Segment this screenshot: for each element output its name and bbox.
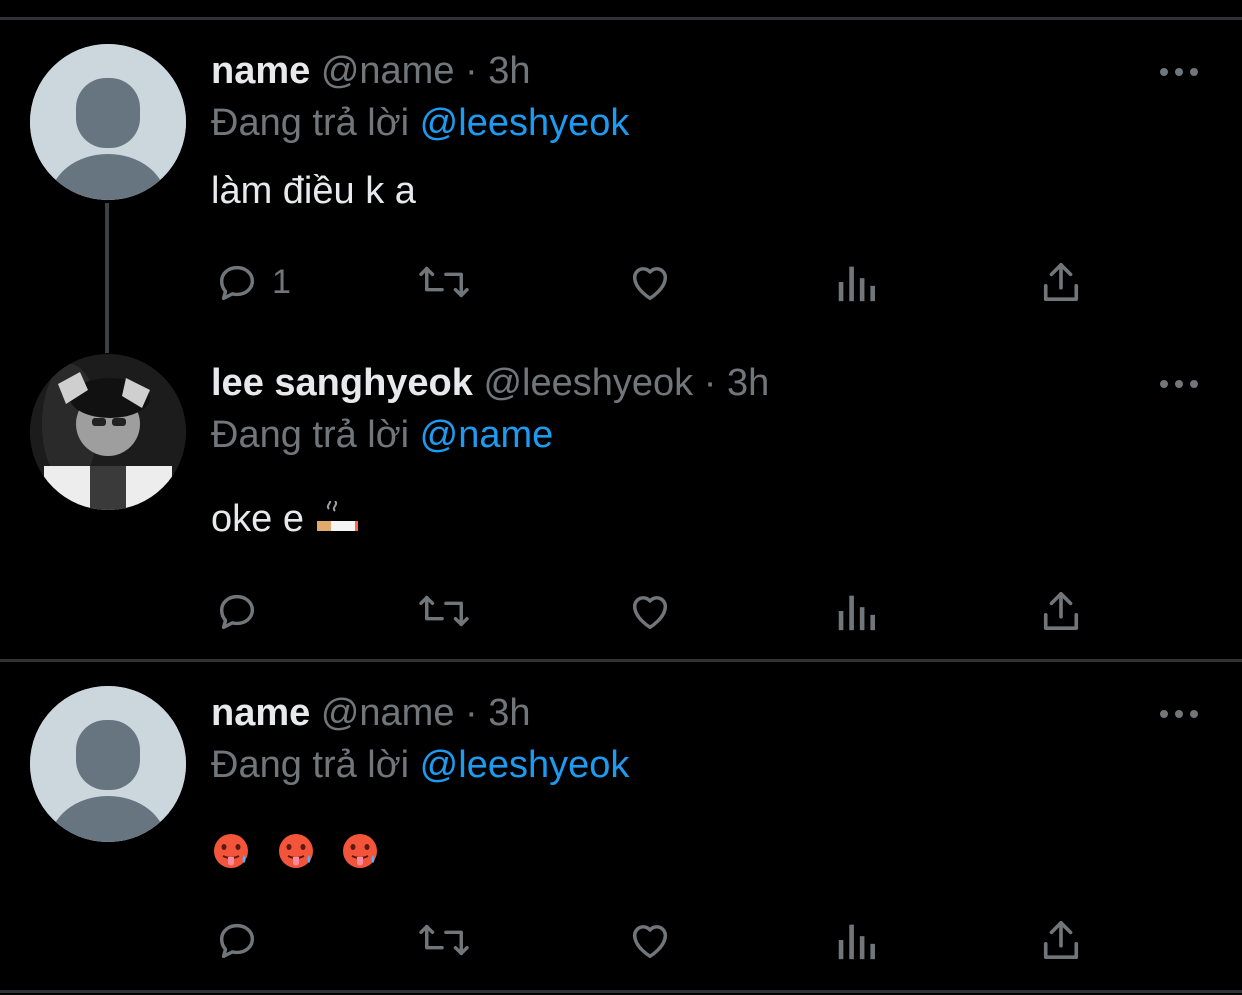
share-button[interactable] <box>1040 583 1082 639</box>
reply-context: Đang trả lời @leeshyeok <box>211 100 629 146</box>
tweet-header: lee sanghyeok @leeshyeok · 3h <box>211 360 769 406</box>
like-button[interactable] <box>626 583 674 639</box>
reply-context: Đang trả lời @name <box>211 412 553 458</box>
tweet-2[interactable]: lee sanghyeok @leeshyeok · 3h Đang trả l… <box>0 330 1242 660</box>
handle[interactable]: @leeshyeok <box>483 362 693 404</box>
profile-photo <box>30 354 186 510</box>
views-icon <box>838 595 875 631</box>
retweet-button[interactable] <box>416 583 472 639</box>
share-icon <box>1043 921 1079 959</box>
tweet-header: name @name · 3h <box>211 690 531 736</box>
action-bar <box>0 912 1242 968</box>
avatar[interactable] <box>30 354 186 510</box>
retweet-icon <box>419 595 469 627</box>
share-icon <box>1043 592 1079 630</box>
reply-prefix: Đang trả lời <box>211 414 410 456</box>
more-icon[interactable] <box>1158 62 1200 82</box>
reply-count: 1 <box>272 262 291 301</box>
hot-face-emoji <box>278 833 313 868</box>
reply-button[interactable] <box>214 912 272 968</box>
reply-button[interactable] <box>214 583 272 639</box>
hot-face-emoji <box>343 833 378 868</box>
separator: · <box>703 362 717 404</box>
reply-button[interactable]: 1 <box>214 254 291 310</box>
mention-link[interactable]: @leeshyeok <box>420 102 630 144</box>
reply-icon <box>219 594 255 630</box>
tweet-3[interactable]: name @name · 3h Đang trả lời @leeshyeok <box>0 662 1242 992</box>
mention-link[interactable]: @name <box>420 414 554 456</box>
more-icon[interactable] <box>1158 374 1200 394</box>
like-icon <box>632 925 668 959</box>
display-name[interactable]: lee sanghyeok <box>211 362 473 404</box>
default-avatar-icon <box>30 44 186 200</box>
tweet-emoji-row <box>211 826 380 870</box>
action-bar: 1 <box>0 254 1242 310</box>
cigarette-emoji <box>316 500 358 531</box>
handle[interactable]: @name <box>321 50 455 92</box>
retweet-button[interactable] <box>416 912 472 968</box>
views-button[interactable] <box>834 583 878 639</box>
retweet-button[interactable] <box>416 254 472 310</box>
like-button[interactable] <box>626 254 674 310</box>
views-button[interactable] <box>834 254 878 310</box>
display-name[interactable]: name <box>211 692 310 734</box>
reply-icon <box>219 923 255 959</box>
handle[interactable]: @name <box>321 692 455 734</box>
views-button[interactable] <box>834 912 878 968</box>
views-icon <box>838 924 875 960</box>
more-icon[interactable] <box>1158 704 1200 724</box>
separator: · <box>465 692 478 734</box>
like-icon <box>632 267 668 301</box>
tweet-text: làm điều k a <box>211 170 416 212</box>
reply-prefix: Đang trả lời <box>211 744 410 786</box>
tweet-1[interactable]: name @name · 3h Đang trả lời @leeshyeok … <box>0 0 1242 330</box>
reply-context: Đang trả lời @leeshyeok <box>211 742 629 788</box>
tweet-text-row: oke e <box>211 496 359 542</box>
like-icon <box>632 596 668 630</box>
default-avatar-icon <box>30 686 186 842</box>
mention-link[interactable]: @leeshyeok <box>420 744 630 786</box>
reply-icon <box>219 265 255 301</box>
timestamp[interactable]: 3h <box>727 362 769 404</box>
timestamp[interactable]: 3h <box>488 50 530 92</box>
action-bar <box>0 583 1242 639</box>
avatar[interactable] <box>30 686 186 842</box>
timestamp[interactable]: 3h <box>488 692 530 734</box>
hot-face-emoji <box>214 833 248 868</box>
share-button[interactable] <box>1040 254 1082 310</box>
share-icon <box>1043 263 1079 301</box>
tweet-header: name @name · 3h <box>211 48 531 94</box>
retweet-icon <box>419 266 469 298</box>
views-icon <box>838 266 875 302</box>
bottom-divider <box>0 990 1242 993</box>
separator: · <box>465 50 478 92</box>
like-button[interactable] <box>626 912 674 968</box>
reply-prefix: Đang trả lời <box>211 102 410 144</box>
display-name[interactable]: name <box>211 50 310 92</box>
retweet-icon <box>419 924 469 956</box>
share-button[interactable] <box>1040 912 1082 968</box>
tweet-text: oke e <box>211 498 304 540</box>
avatar[interactable] <box>30 44 186 200</box>
